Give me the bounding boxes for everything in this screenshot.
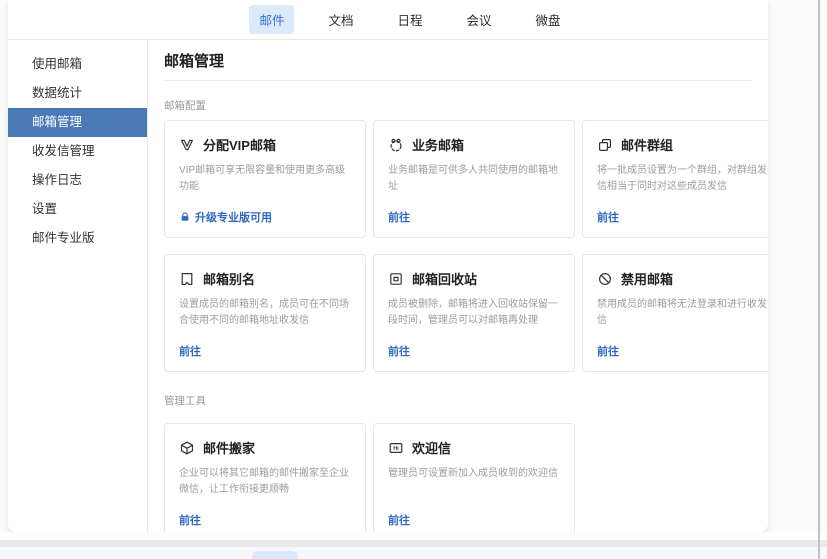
feature-card[interactable]: 禁用邮箱禁用成员的邮箱将无法登录和进行收发信前往 xyxy=(582,254,768,372)
sidebar-item-4[interactable]: 操作日志 xyxy=(8,166,147,195)
top-tab-4[interactable]: 微盘 xyxy=(526,5,571,34)
card-grid: 分配VIP邮箱VIP邮箱可享无限容量和使用更多高级功能升级专业版可用业务邮箱业务… xyxy=(164,120,768,372)
card-action-label: 前往 xyxy=(388,512,410,528)
section-1: 管理工具邮件搬家企业可以将其它邮箱的邮件搬家至企业微信，让工作衔接更顺畅前往Hi… xyxy=(164,394,768,532)
card-title: 邮件搬家 xyxy=(203,438,255,457)
top-tab-1[interactable]: 文档 xyxy=(318,5,363,34)
feature-card[interactable]: Hi 欢迎信管理员可设置新加入成员收到的欢迎信前往 xyxy=(373,423,575,532)
card-action-link[interactable]: 前往 xyxy=(179,512,201,528)
card-title: 禁用邮箱 xyxy=(621,269,673,288)
card-action-link[interactable]: 前往 xyxy=(179,343,201,359)
section-label: 管理工具 xyxy=(164,394,768,408)
card-action-link[interactable]: 前往 xyxy=(388,343,410,359)
recycle-icon xyxy=(388,271,404,287)
sidebar-item-3[interactable]: 收发信管理 xyxy=(8,137,147,166)
feature-card[interactable]: 邮件群组将一批成员设置为一个群组，对群组发信相当于同时对这些成员发信前往 xyxy=(582,120,768,238)
svg-text:Hi: Hi xyxy=(393,446,399,452)
window-bottom-gap xyxy=(0,532,827,540)
card-title: 分配VIP邮箱 xyxy=(203,135,276,154)
feature-card[interactable]: 邮箱别名设置成员的邮箱别名，成员可在不同场合使用不同的邮箱地址收发信前往 xyxy=(164,254,366,372)
ban-icon xyxy=(597,271,613,287)
card-title: 邮件群组 xyxy=(621,135,673,154)
card-grid: 邮件搬家企业可以将其它邮箱的邮件搬家至企业微信，让工作衔接更顺畅前往 Hi 欢迎信管… xyxy=(164,423,768,532)
top-tab-group: 邮件文档日程会议微盘 xyxy=(249,5,570,34)
card-head: Hi 欢迎信 xyxy=(388,438,560,457)
lock-icon xyxy=(179,211,191,223)
card-title: 欢迎信 xyxy=(412,438,451,457)
card-action-link[interactable]: 前往 xyxy=(597,209,619,225)
page-title: 邮箱管理 xyxy=(164,52,768,72)
feature-card[interactable]: 邮件搬家企业可以将其它邮箱的邮件搬家至企业微信，让工作衔接更顺畅前往 xyxy=(164,423,366,532)
card-action-link[interactable]: 前往 xyxy=(388,209,410,225)
card-head: 禁用邮箱 xyxy=(597,269,768,288)
card-action-label: 升级专业版可用 xyxy=(195,209,272,225)
card-head: 分配VIP邮箱 xyxy=(179,135,351,154)
top-navigation-bar: 邮件文档日程会议微盘 xyxy=(8,0,768,40)
card-description: 管理员可设置新加入成员收到的欢迎信 xyxy=(388,466,560,482)
card-title: 邮箱别名 xyxy=(203,269,255,288)
sidebar-item-0[interactable]: 使用邮箱 xyxy=(8,50,147,79)
top-tab-2[interactable]: 日程 xyxy=(387,5,432,34)
vip-icon xyxy=(179,137,195,153)
card-description: 设置成员的邮箱别名，成员可在不同场合使用不同的邮箱地址收发信 xyxy=(179,297,351,329)
card-description: VIP邮箱可享无限容量和使用更多高级功能 xyxy=(179,163,351,195)
card-description: 企业可以将其它邮箱的邮件搬家至企业微信，让工作衔接更顺畅 xyxy=(179,466,351,498)
background-footer-area xyxy=(0,547,827,559)
title-divider xyxy=(164,80,752,81)
alias-icon xyxy=(179,271,195,287)
background-divider-band xyxy=(0,540,827,547)
card-action-label: 前往 xyxy=(597,209,619,225)
card-action-link[interactable]: 前往 xyxy=(597,343,619,359)
card-head: 邮箱别名 xyxy=(179,269,351,288)
peek-button[interactable] xyxy=(252,551,298,559)
card-description: 业务邮箱是可供多人共同使用的邮箱地址 xyxy=(388,163,560,195)
top-tab-0[interactable]: 邮件 xyxy=(249,5,294,34)
shared-mailbox-icon xyxy=(388,137,404,153)
feature-card[interactable]: 业务邮箱业务邮箱是可供多人共同使用的邮箱地址前往 xyxy=(373,120,575,238)
feature-card[interactable]: 邮箱回收站成员被删除，邮箱将进入回收站保留一段时间，管理员可以对邮箱再处理前往 xyxy=(373,254,575,372)
top-tab-3[interactable]: 会议 xyxy=(457,5,502,34)
mail-admin-window: 邮件文档日程会议微盘 使用邮箱数据统计邮箱管理收发信管理操作日志设置邮件专业版 … xyxy=(8,0,768,532)
card-description: 成员被删除，邮箱将进入回收站保留一段时间，管理员可以对邮箱再处理 xyxy=(388,297,560,329)
card-action-label: 前往 xyxy=(179,512,201,528)
card-action-link[interactable]: 升级专业版可用 xyxy=(179,209,272,225)
feature-card[interactable]: 分配VIP邮箱 VIP邮箱可享无限容量和使用更多高级功能升级专业版可用 xyxy=(164,120,366,238)
sections-container: 邮箱配置分配VIP邮箱 VIP邮箱可享无限容量和使用更多高级功能升级专业版可用 业务… xyxy=(164,99,768,532)
card-action-label: 前往 xyxy=(597,343,619,359)
card-title: 邮箱回收站 xyxy=(412,269,477,288)
card-head: 业务邮箱 xyxy=(388,135,560,154)
card-action-label: 前往 xyxy=(179,343,201,359)
card-description: 禁用成员的邮箱将无法登录和进行收发信 xyxy=(597,297,768,329)
main-content: 邮箱管理 邮箱配置分配VIP邮箱 VIP邮箱可享无限容量和使用更多高级功能升级专业… xyxy=(148,40,768,532)
welcome-icon: Hi xyxy=(388,440,404,456)
mail-group-icon xyxy=(597,137,613,153)
box-icon xyxy=(179,440,195,456)
card-head: 邮件群组 xyxy=(597,135,768,154)
page-canvas: 邮件文档日程会议微盘 使用邮箱数据统计邮箱管理收发信管理操作日志设置邮件专业版 … xyxy=(0,0,827,559)
card-action-link[interactable]: 前往 xyxy=(388,512,410,528)
sidebar-item-5[interactable]: 设置 xyxy=(8,195,147,224)
page-scrollbar[interactable] xyxy=(818,0,820,559)
section-0: 邮箱配置分配VIP邮箱 VIP邮箱可享无限容量和使用更多高级功能升级专业版可用 业务… xyxy=(164,99,768,372)
sidebar-item-2[interactable]: 邮箱管理 xyxy=(8,108,147,137)
card-action-label: 前往 xyxy=(388,209,410,225)
section-label: 邮箱配置 xyxy=(164,99,768,113)
card-description: 将一批成员设置为一个群组，对群组发信相当于同时对这些成员发信 xyxy=(597,163,768,195)
card-action-label: 前往 xyxy=(388,343,410,359)
sidebar-item-1[interactable]: 数据统计 xyxy=(8,79,147,108)
sidebar: 使用邮箱数据统计邮箱管理收发信管理操作日志设置邮件专业版 xyxy=(8,40,148,532)
sidebar-item-6[interactable]: 邮件专业版 xyxy=(8,224,147,253)
card-head: 邮箱回收站 xyxy=(388,269,560,288)
card-head: 邮件搬家 xyxy=(179,438,351,457)
card-title: 业务邮箱 xyxy=(412,135,464,154)
